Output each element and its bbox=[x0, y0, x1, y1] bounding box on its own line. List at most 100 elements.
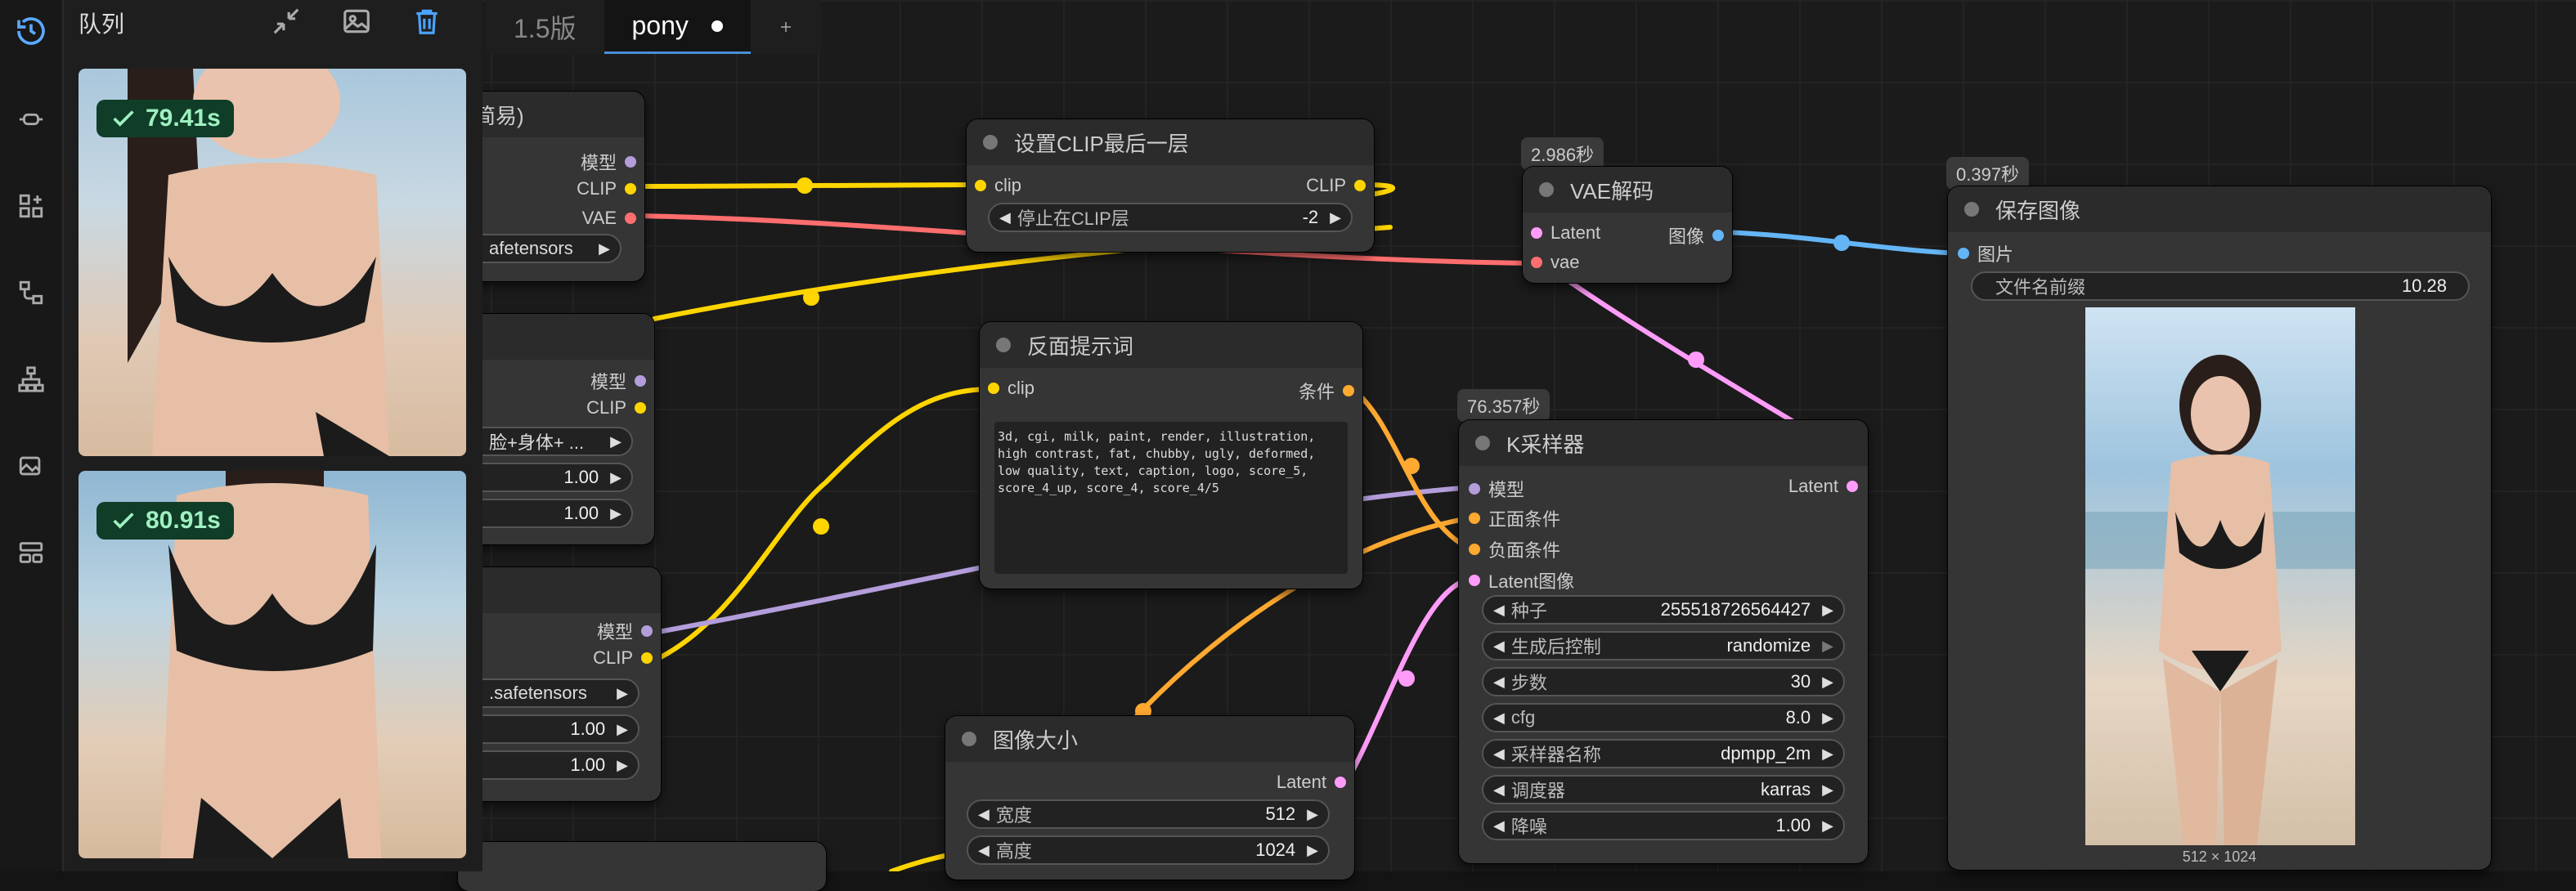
output-vae[interactable]: VAE bbox=[582, 208, 636, 229]
scheduler-widget[interactable]: ◀ 调度器 karras ▶ bbox=[1482, 775, 1845, 804]
strength-clip-widget[interactable]: 1.00 ▶ bbox=[458, 499, 633, 528]
arrow-right-icon[interactable]: ▶ bbox=[610, 505, 622, 522]
arrow-left-icon[interactable]: ◀ bbox=[978, 842, 990, 859]
lora-loader-node-2[interactable]: 模型 CLIP .safetensors ▶ 1.00 ▶ 1.00 ▶ bbox=[458, 567, 661, 801]
control-after-generate-widget[interactable]: ◀ 生成后控制 randomize ▶ bbox=[1482, 631, 1845, 660]
input-clip[interactable]: clip bbox=[975, 175, 1021, 196]
lora-name-widget[interactable]: .safetensors ▶ bbox=[458, 678, 640, 708]
model-library-icon[interactable] bbox=[11, 186, 51, 226]
output-latent[interactable]: Latent bbox=[1788, 476, 1858, 497]
arrow-right-icon[interactable]: ▶ bbox=[1822, 817, 1833, 835]
save-image-node[interactable]: 保存图像 图片 文件名前缀 10.28 512 × 1024 bbox=[1948, 186, 2491, 870]
node-status-dot bbox=[983, 135, 998, 150]
arrow-right-icon[interactable]: ▶ bbox=[1330, 209, 1341, 226]
output-clip[interactable]: CLIP bbox=[577, 178, 636, 199]
node-tree-icon[interactable] bbox=[11, 360, 51, 399]
queue-item-thumbnail[interactable]: 80.91s bbox=[79, 471, 466, 858]
strength-clip-widget[interactable]: 1.00 ▶ bbox=[458, 750, 640, 780]
output-image[interactable]: 图像 bbox=[1668, 222, 1724, 248]
arrow-left-icon[interactable]: ◀ bbox=[1493, 710, 1505, 727]
denoise-widget[interactable]: ◀ 降噪 1.00 ▶ bbox=[1482, 811, 1845, 840]
steps-widget[interactable]: ◀ 步数 30 ▶ bbox=[1482, 667, 1845, 696]
output-clip[interactable]: CLIP bbox=[1306, 175, 1366, 196]
input-clip[interactable]: clip bbox=[988, 378, 1034, 399]
arrow-right-icon[interactable]: ▶ bbox=[1822, 602, 1833, 619]
node-status-dot bbox=[996, 338, 1011, 352]
output-conditioning[interactable]: 条件 bbox=[1299, 378, 1354, 404]
output-clip[interactable]: CLIP bbox=[586, 397, 646, 419]
output-clip[interactable]: CLIP bbox=[593, 647, 653, 669]
input-latent[interactable]: Latent bbox=[1531, 222, 1600, 244]
tab-pony[interactable]: pony bbox=[604, 0, 751, 54]
output-model[interactable]: 模型 bbox=[597, 618, 653, 644]
strength-model-widget[interactable]: 1.00 ▶ bbox=[458, 463, 633, 492]
queue-panel: 队列 79.41s 80.91s bbox=[64, 0, 482, 871]
arrow-left-icon[interactable]: ◀ bbox=[978, 806, 990, 823]
input-latent-image[interactable]: Latent图像 bbox=[1469, 567, 1574, 593]
arrow-left-icon[interactable]: ◀ bbox=[1493, 674, 1505, 691]
queue-item-thumbnail[interactable]: 79.41s bbox=[79, 69, 466, 456]
templates-icon[interactable] bbox=[11, 533, 51, 572]
cfg-widget[interactable]: ◀ cfg 8.0 ▶ bbox=[1482, 703, 1845, 732]
prompt-textarea[interactable]: 3d, cgi, milk, paint, render, illustrati… bbox=[994, 422, 1348, 574]
vae-decode-node[interactable]: VAE解码 Latent vae 图像 bbox=[1523, 167, 1732, 283]
input-model[interactable]: 模型 bbox=[1469, 476, 1524, 502]
arrow-right-icon[interactable]: ▶ bbox=[1822, 710, 1833, 727]
sampler-name-widget[interactable]: ◀ 采样器名称 dpmpp_2m ▶ bbox=[1482, 739, 1845, 768]
arrow-right-icon[interactable]: ▶ bbox=[617, 685, 628, 702]
arrow-left-icon[interactable]: ◀ bbox=[999, 209, 1011, 226]
stop-at-clip-layer-widget[interactable]: ◀ 停止在CLIP层 -2 ▶ bbox=[988, 203, 1353, 232]
arrow-right-icon[interactable]: ▶ bbox=[1822, 781, 1833, 799]
arrow-left-icon[interactable]: ◀ bbox=[1493, 602, 1505, 619]
partial-node-bottom[interactable] bbox=[458, 842, 826, 891]
height-widget[interactable]: ◀ 高度 1024 ▶ bbox=[967, 835, 1330, 865]
input-positive[interactable]: 正面条件 bbox=[1469, 505, 1560, 531]
negative-prompt-node[interactable]: 反面提示词 clip 条件 3d, cgi, milk, paint, rend… bbox=[980, 322, 1362, 589]
input-negative[interactable]: 负面条件 bbox=[1469, 536, 1560, 562]
arrow-right-icon[interactable]: ▶ bbox=[610, 433, 622, 450]
arrow-right-icon[interactable]: ▶ bbox=[1822, 638, 1833, 655]
plug-icon[interactable] bbox=[11, 100, 51, 139]
arrow-left-icon[interactable]: ◀ bbox=[1493, 781, 1505, 799]
tab-1-5[interactable]: 1.5版 bbox=[486, 0, 604, 54]
ksampler-node[interactable]: K采样器 模型 正面条件 负面条件 Latent图像 Latent ◀ 种子 255… bbox=[1459, 420, 1868, 863]
clip-set-last-layer-node[interactable]: 设置CLIP最后一层 clip CLIP ◀ 停止在CLIP层 -2 ▶ bbox=[967, 119, 1374, 252]
arrow-left-icon[interactable]: ◀ bbox=[1493, 817, 1505, 835]
output-model[interactable]: 模型 bbox=[581, 149, 636, 175]
seed-widget[interactable]: ◀ 种子 255518726564427 ▶ bbox=[1482, 595, 1845, 625]
arrow-left-icon[interactable]: ◀ bbox=[1493, 638, 1505, 655]
lora-name-widget[interactable]: 脸+身体+ ... ▶ bbox=[458, 427, 633, 456]
arrow-right-icon[interactable]: ▶ bbox=[1307, 806, 1318, 823]
output-model[interactable]: 模型 bbox=[590, 368, 646, 394]
gallery-icon[interactable] bbox=[11, 446, 51, 486]
new-tab-button[interactable] bbox=[750, 0, 821, 54]
ckpt-name-widget[interactable]: afetensors ▶ bbox=[458, 234, 622, 263]
node-title bbox=[458, 567, 661, 613]
output-latent[interactable]: Latent bbox=[1277, 772, 1346, 793]
arrow-right-icon[interactable]: ▶ bbox=[1822, 674, 1833, 691]
output-image-preview[interactable] bbox=[2085, 307, 2355, 845]
wire-bottom bbox=[889, 853, 951, 871]
checkpoint-loader-node[interactable]: 简易) 模型 CLIP VAE afetensors ▶ bbox=[458, 92, 644, 281]
history-icon[interactable] bbox=[11, 11, 51, 51]
arrow-right-icon[interactable]: ▶ bbox=[1822, 745, 1833, 763]
arrow-right-icon[interactable]: ▶ bbox=[610, 469, 622, 486]
empty-latent-image-node[interactable]: 图像大小 Latent ◀ 宽度 512 ▶ ◀ 高度 1024 ▶ bbox=[945, 716, 1354, 880]
width-widget[interactable]: ◀ 宽度 512 ▶ bbox=[967, 799, 1330, 829]
strength-model-widget[interactable]: 1.00 ▶ bbox=[458, 714, 640, 744]
image-view-icon[interactable] bbox=[339, 3, 375, 39]
unsaved-dot-icon[interactable] bbox=[711, 20, 723, 32]
trash-icon[interactable] bbox=[409, 3, 445, 39]
node-title: 保存图像 bbox=[1995, 198, 2081, 223]
filename-prefix-widget[interactable]: 文件名前缀 10.28 bbox=[1971, 271, 2470, 301]
arrow-right-icon[interactable]: ▶ bbox=[617, 757, 628, 774]
arrow-right-icon[interactable]: ▶ bbox=[617, 721, 628, 738]
arrow-left-icon[interactable]: ◀ bbox=[1493, 745, 1505, 763]
arrow-right-icon[interactable]: ▶ bbox=[1307, 842, 1318, 859]
collapse-icon[interactable] bbox=[268, 3, 304, 39]
arrow-right-icon[interactable]: ▶ bbox=[599, 240, 610, 257]
input-images[interactable]: 图片 bbox=[1958, 240, 2013, 266]
lora-loader-node-1[interactable]: 模型 CLIP 脸+身体+ ... ▶ 1.00 ▶ 1.00 ▶ bbox=[458, 314, 654, 544]
input-vae[interactable]: vae bbox=[1531, 252, 1579, 273]
workflow-icon[interactable] bbox=[11, 273, 51, 312]
